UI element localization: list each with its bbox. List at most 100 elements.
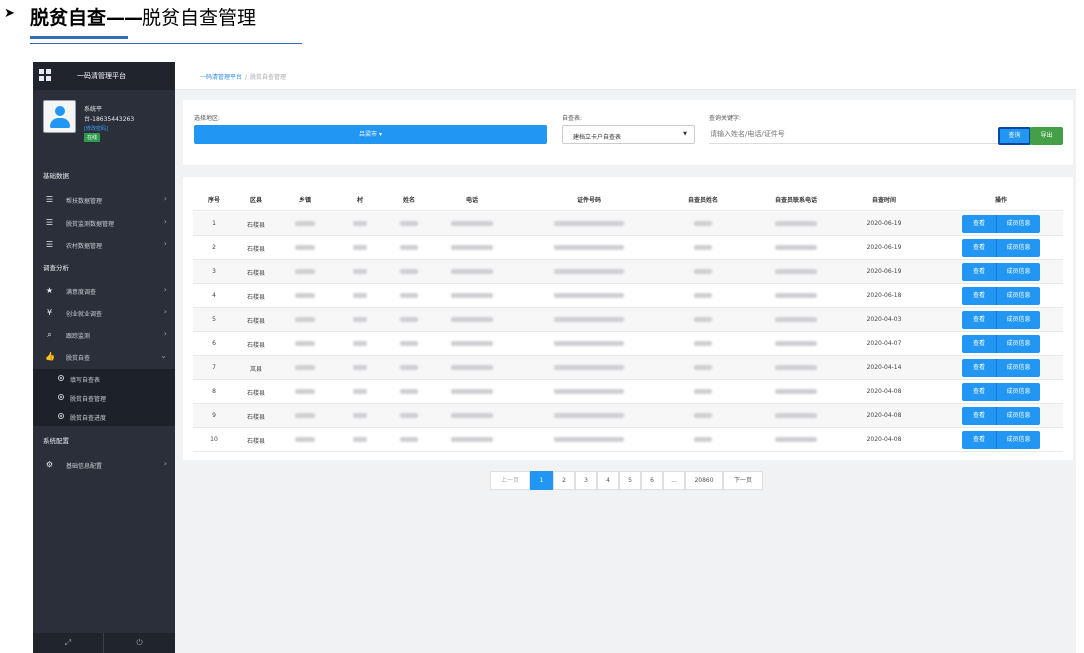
- checker-phone-redacted: [775, 437, 817, 442]
- checker-redacted: [694, 365, 712, 370]
- change-password-link[interactable]: [修改密码]: [84, 125, 108, 132]
- doc-title-sub: 脱贫自查管理: [142, 7, 257, 29]
- cell-date: 2020-04-07: [866, 340, 902, 347]
- keyword-input[interactable]: [709, 125, 998, 144]
- view-button[interactable]: 查看: [962, 383, 996, 401]
- sidebar-footer: ⤢ ⏻: [33, 633, 175, 653]
- sidebar-item-tracking[interactable]: ⌕ 跟踪监测 ›: [33, 324, 175, 345]
- col-header-county: 区县: [249, 197, 263, 204]
- view-button[interactable]: 查看: [962, 287, 996, 305]
- member-info-button[interactable]: 成员信息: [996, 431, 1040, 449]
- member-info-button[interactable]: 成员信息: [996, 215, 1040, 233]
- sidebar-item-rural-data[interactable]: ☰ 农村数据管理 ›: [33, 234, 175, 255]
- view-button[interactable]: 查看: [962, 239, 996, 257]
- sidebar-subitem-label: 填写自查表: [70, 377, 101, 384]
- breadcrumb-root[interactable]: 一码清管理平台: [200, 74, 242, 81]
- name-redacted: [400, 389, 418, 394]
- cell-no: 9: [212, 412, 216, 419]
- village-redacted: [353, 293, 367, 298]
- id-redacted: [554, 293, 624, 298]
- view-button[interactable]: 查看: [962, 431, 996, 449]
- power-icon[interactable]: ⏻: [104, 633, 175, 653]
- page-button[interactable]: 4: [597, 471, 619, 490]
- page-button[interactable]: 6: [641, 471, 663, 490]
- town-redacted: [295, 413, 315, 418]
- sidebar-item-label: 基础信息配置: [66, 463, 103, 470]
- cell-county: 石楼县: [246, 390, 266, 397]
- member-info-button[interactable]: 成员信息: [996, 287, 1040, 305]
- app-grid-icon[interactable]: [39, 69, 51, 81]
- cell-county: 石楼县: [246, 222, 266, 229]
- checker-phone-redacted: [775, 269, 817, 274]
- arrow-bullet-icon: ➤: [4, 6, 15, 21]
- page-button[interactable]: 2: [553, 471, 575, 490]
- page-button[interactable]: 3: [575, 471, 597, 490]
- cell-no: 6: [212, 340, 216, 347]
- id-redacted: [554, 341, 624, 346]
- next-page-button[interactable]: 下一页: [723, 471, 763, 490]
- fullscreen-icon[interactable]: ⤢: [33, 633, 104, 653]
- page-button[interactable]: 1: [530, 471, 553, 490]
- sidebar-item-self-check[interactable]: 👍 脱贫自查 ⌄: [33, 346, 175, 367]
- sidebar-item-monitor-data[interactable]: ☰ 脱贫监测数据管理 ›: [33, 212, 175, 233]
- member-info-button[interactable]: 成员信息: [996, 383, 1040, 401]
- cell-date: 2020-04-08: [866, 388, 902, 395]
- chevron-right-icon: ›: [163, 329, 167, 338]
- member-info-button[interactable]: 成员信息: [996, 359, 1040, 377]
- query-button[interactable]: 查询: [998, 127, 1031, 145]
- cell-no: 5: [212, 316, 216, 323]
- member-info-button[interactable]: 成员信息: [996, 263, 1040, 281]
- member-info-button[interactable]: 成员信息: [996, 407, 1040, 425]
- checker-phone-redacted: [775, 293, 817, 298]
- prev-page-button[interactable]: 上一页: [490, 471, 530, 490]
- col-header-name: 姓名: [402, 197, 416, 204]
- cell-county: 石楼县: [246, 342, 266, 349]
- circle-dot-icon: [58, 413, 64, 419]
- member-info-button[interactable]: 成员信息: [996, 311, 1040, 329]
- doc-heading: ➤ 脱贫自查——脱贫自查管理: [0, 0, 1084, 52]
- thumbs-up-icon: 👍: [45, 352, 55, 361]
- chevron-right-icon: ›: [163, 217, 167, 226]
- sidebar-subitem-manage[interactable]: 脱贫自查管理: [33, 388, 175, 407]
- cell-county: 岚县: [249, 366, 263, 373]
- heading-underline-accent: [30, 36, 128, 39]
- col-header-town: 乡镇: [298, 197, 312, 204]
- checker-redacted: [694, 245, 712, 250]
- sidebar-subitem-progress[interactable]: 脱贫自查进度: [33, 407, 175, 426]
- sidebar-item-employment[interactable]: ¥ 创业就业调查 ›: [33, 302, 175, 323]
- table-row: 8 石楼县 2020-04-08 查看 成员信息: [193, 380, 1063, 404]
- member-info-button[interactable]: 成员信息: [996, 239, 1040, 257]
- page-button[interactable]: 5: [619, 471, 641, 490]
- table-select[interactable]: 建档立卡户自查表 ▼: [562, 125, 695, 144]
- village-redacted: [353, 269, 367, 274]
- view-button[interactable]: 查看: [962, 215, 996, 233]
- region-select[interactable]: 吕梁市 ▾: [194, 125, 547, 144]
- id-redacted: [554, 221, 624, 226]
- table-select-value: 建档立卡户自查表: [573, 134, 622, 141]
- id-redacted: [554, 437, 624, 442]
- view-button[interactable]: 查看: [962, 311, 996, 329]
- village-redacted: [353, 389, 367, 394]
- chevron-down-icon: ⌄: [160, 351, 167, 360]
- sidebar-item-base-config[interactable]: ⚙ 基础信息配置 ›: [33, 454, 175, 475]
- sidebar-item-aid-data[interactable]: ☰ 帮扶数据管理 ›: [33, 189, 175, 210]
- sidebar-item-satisfaction[interactable]: ★ 满意度调查 ›: [33, 280, 175, 301]
- phone-redacted: [451, 317, 493, 322]
- sidebar-subitem-fill-form[interactable]: 填写自查表: [33, 369, 175, 388]
- view-button[interactable]: 查看: [962, 263, 996, 281]
- table-row: 9 石楼县 2020-04-08 查看 成员信息: [193, 404, 1063, 428]
- export-button[interactable]: 导出: [1030, 127, 1063, 145]
- table-header-row: 序号 区县 乡镇 村 姓名 电话 证件号码 自查员姓名 自查员联系电话 自查时间…: [193, 187, 1063, 211]
- table-row: 5 石楼县 2020-04-03 查看 成员信息: [193, 308, 1063, 332]
- view-button[interactable]: 查看: [962, 407, 996, 425]
- yen-icon: ¥: [46, 308, 53, 317]
- brand-name: 一码清管理平台: [77, 72, 126, 80]
- page-button[interactable]: 20860: [685, 471, 723, 490]
- view-button[interactable]: 查看: [962, 359, 996, 377]
- sidebar-item-label: 脱贫监测数据管理: [66, 221, 115, 228]
- view-button[interactable]: 查看: [962, 335, 996, 353]
- star-icon: ★: [45, 286, 54, 295]
- breadcrumb: 一码清管理平台 / 脱贫自查管理: [200, 72, 286, 81]
- member-info-button[interactable]: 成员信息: [996, 335, 1040, 353]
- id-redacted: [554, 269, 624, 274]
